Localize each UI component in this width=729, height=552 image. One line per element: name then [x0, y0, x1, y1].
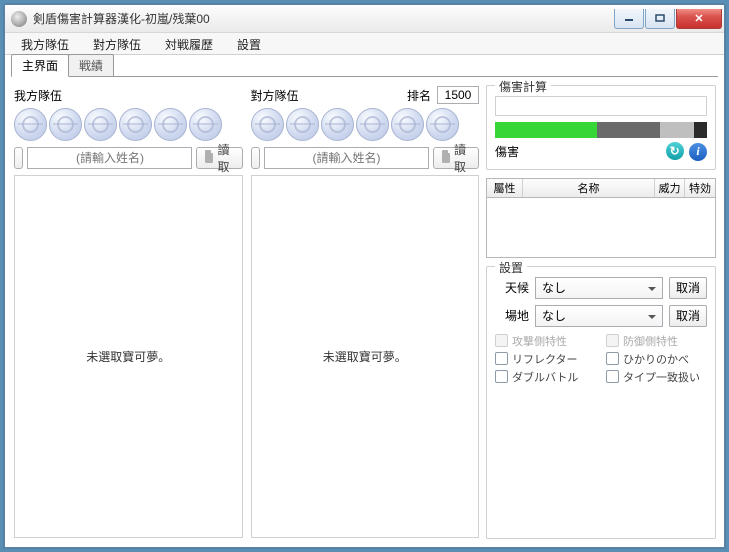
window-title: 剣盾傷害計算器漢化-初嵐/残葉00 — [33, 10, 613, 27]
my-slot-5[interactable] — [154, 108, 187, 141]
opp-team-slots — [251, 108, 480, 141]
weather-label: 天候 — [495, 279, 529, 296]
col-name: 名称 — [523, 179, 655, 197]
col-power: 威力 — [655, 179, 685, 197]
menu-settings[interactable]: 設置 — [225, 33, 273, 54]
my-slot-6[interactable] — [189, 108, 222, 141]
settings-group-title: 設置 — [495, 259, 527, 276]
damage-bar-gray — [660, 122, 694, 138]
tab-main[interactable]: 主界面 — [11, 54, 69, 77]
my-team-slots — [14, 108, 243, 141]
damage-bar-black — [694, 122, 707, 138]
my-team-empty-text: 未選取寶可夢。 — [86, 348, 170, 365]
tabstrip: 主界面 戦績 — [5, 55, 724, 77]
menubar: 我方隊伍 對方隊伍 対戦履歴 設置 — [5, 33, 724, 55]
my-team-load-button[interactable]: 讀取 — [196, 147, 242, 169]
field-cancel-button[interactable]: 取消 — [669, 305, 707, 327]
opp-slot-4[interactable] — [356, 108, 389, 141]
opp-slot-5[interactable] — [391, 108, 424, 141]
field-label: 場地 — [495, 307, 529, 324]
info-icon[interactable]: i — [689, 143, 707, 161]
chk-reflect[interactable]: リフレクター — [495, 351, 596, 367]
chk-def-ability: 防御側特性 — [606, 333, 707, 349]
moves-list[interactable] — [486, 198, 716, 258]
window-controls: ✕ — [613, 9, 722, 29]
damage-group: 傷害計算 傷害 ↻ i — [486, 85, 716, 170]
minimize-button[interactable] — [614, 9, 644, 29]
chk-double[interactable]: ダブルバトル — [495, 369, 596, 385]
weather-cancel-button[interactable]: 取消 — [669, 277, 707, 299]
chk-atk-ability: 攻撃側特性 — [495, 333, 596, 349]
moves-panel: 屬性 名称 威力 特効 — [486, 178, 716, 258]
menu-my-team[interactable]: 我方隊伍 — [9, 33, 81, 54]
opp-team-label: 對方隊伍 — [251, 87, 299, 104]
opp-team-empty-text: 未選取寶可夢。 — [323, 348, 407, 365]
damage-bar-dark — [597, 122, 661, 138]
opp-team-load-button[interactable]: 讀取 — [433, 147, 479, 169]
load-label: 讀取 — [217, 141, 233, 175]
my-team-column: 我方隊伍 讀取 未選取寶可夢。 — [13, 85, 244, 539]
load-label: 讀取 — [454, 141, 470, 175]
opp-team-checkbox[interactable] — [251, 147, 260, 169]
my-team-body: 未選取寶可夢。 — [14, 175, 243, 538]
my-team-label: 我方隊伍 — [14, 87, 62, 104]
damage-group-title: 傷害計算 — [495, 78, 551, 95]
damage-bar-green — [495, 122, 597, 138]
opp-slot-1[interactable] — [251, 108, 284, 141]
moves-header: 屬性 名称 威力 特効 — [486, 178, 716, 198]
my-slot-1[interactable] — [14, 108, 47, 141]
col-attr: 屬性 — [487, 179, 523, 197]
folder-icon — [442, 153, 450, 163]
menu-opp-team[interactable]: 對方隊伍 — [81, 33, 153, 54]
my-team-name-input[interactable] — [27, 147, 192, 169]
settings-group: 設置 天候 なし 取消 場地 なし 取消 攻撃側特性 防御側特性 リフレクター … — [486, 266, 716, 540]
app-window: 剣盾傷害計算器漢化-初嵐/残葉00 ✕ 我方隊伍 對方隊伍 対戦履歴 設置 主界… — [4, 4, 725, 548]
weather-select[interactable]: なし — [535, 277, 663, 299]
opp-slot-2[interactable] — [286, 108, 319, 141]
maximize-button[interactable] — [645, 9, 675, 29]
tab-record[interactable]: 戦績 — [68, 54, 114, 77]
damage-bar — [495, 122, 707, 138]
damage-label: 傷害 — [495, 143, 519, 160]
content-area: 我方隊伍 讀取 未選取寶可夢。 — [5, 77, 724, 547]
opp-team-column: 對方隊伍 排名 讀取 — [250, 85, 481, 539]
opp-team-name-input[interactable] — [264, 147, 429, 169]
col-effect: 特効 — [685, 179, 715, 197]
right-panel: 傷害計算 傷害 ↻ i 屬性 — [486, 85, 716, 539]
chk-sametype[interactable]: タイプ一致扱い — [606, 369, 707, 385]
field-select[interactable]: なし — [535, 305, 663, 327]
titlebar: 剣盾傷害計算器漢化-初嵐/残葉00 ✕ — [5, 5, 724, 33]
refresh-icon[interactable]: ↻ — [666, 142, 684, 160]
damage-result-field — [495, 96, 707, 116]
my-slot-3[interactable] — [84, 108, 117, 141]
opp-slot-3[interactable] — [321, 108, 354, 141]
chk-lightscreen[interactable]: ひかりのかべ — [606, 351, 707, 367]
folder-icon — [205, 153, 213, 163]
opp-slot-6[interactable] — [426, 108, 459, 141]
rank-input[interactable] — [437, 86, 479, 104]
menu-history[interactable]: 対戦履歴 — [153, 33, 225, 54]
app-icon — [11, 11, 27, 27]
opp-team-body: 未選取寶可夢。 — [251, 175, 480, 538]
close-button[interactable]: ✕ — [676, 9, 722, 29]
my-slot-2[interactable] — [49, 108, 82, 141]
my-slot-4[interactable] — [119, 108, 152, 141]
rank-label: 排名 — [407, 87, 431, 104]
my-team-checkbox[interactable] — [14, 147, 23, 169]
